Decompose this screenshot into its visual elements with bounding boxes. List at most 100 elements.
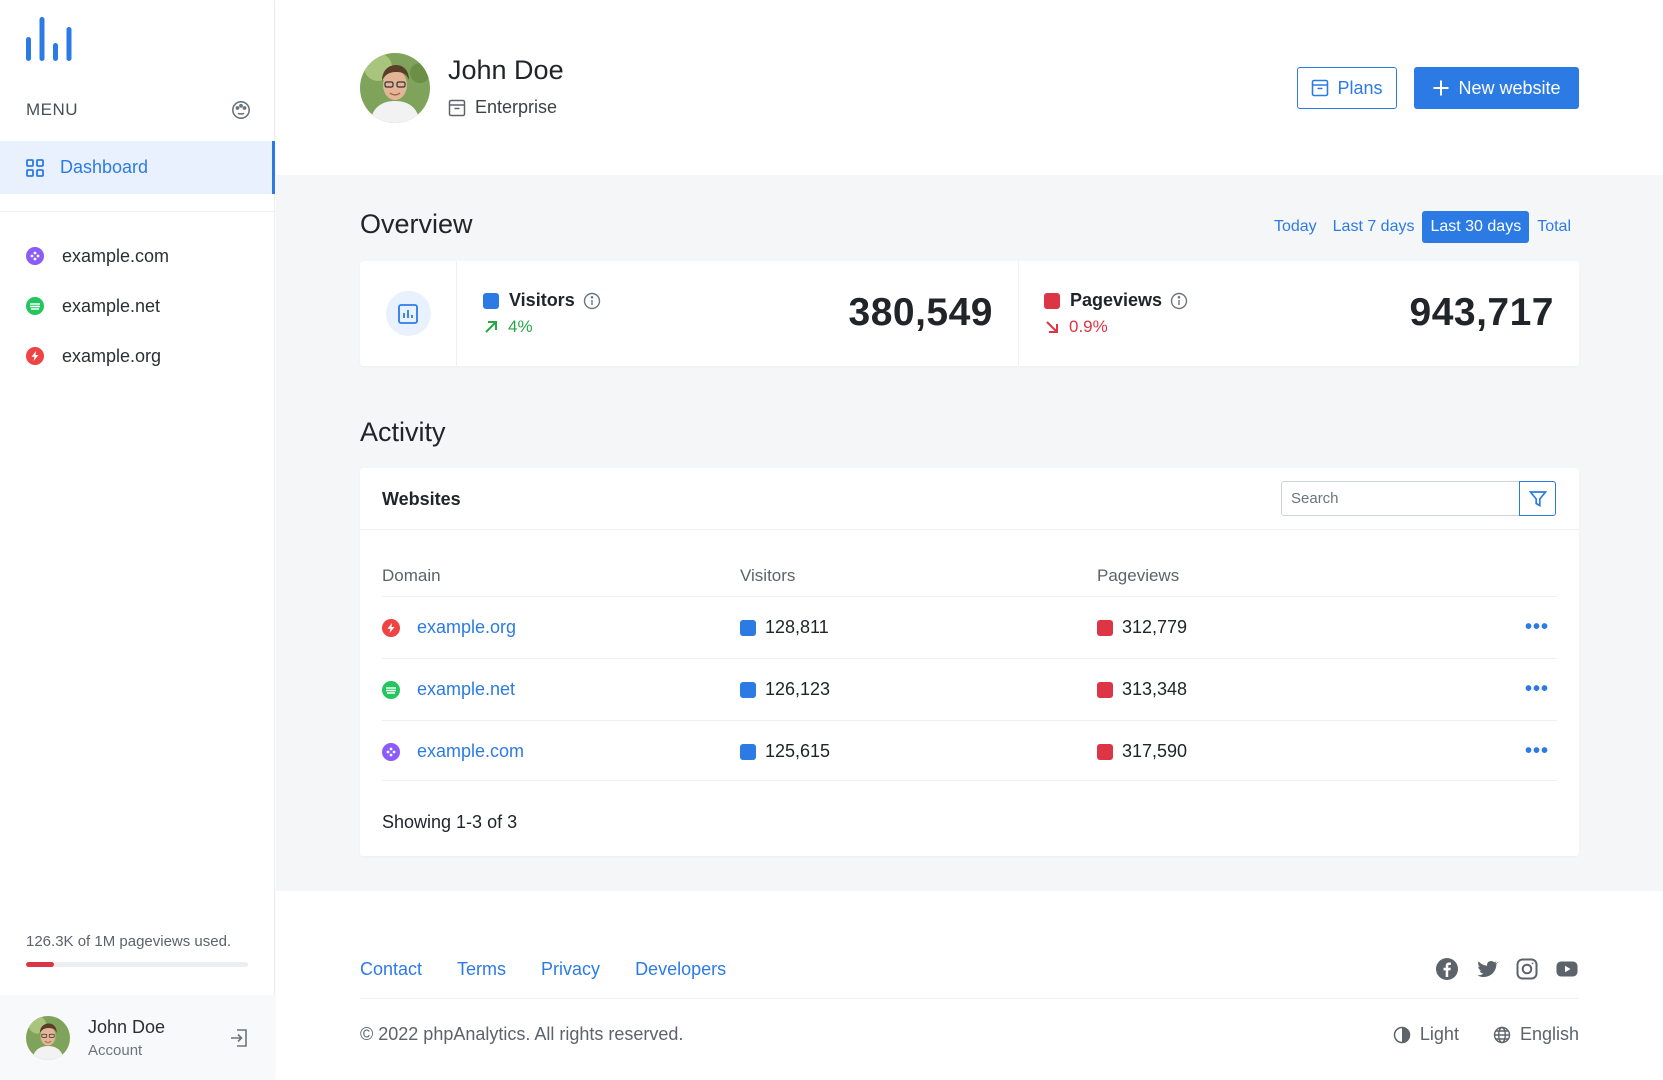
domain-link[interactable]: example.com [417, 741, 524, 762]
sidebar-item-label: Dashboard [60, 157, 149, 177]
footer-links: Contact Terms Privacy Developers [360, 959, 761, 980]
sidebar-item-example-net[interactable]: example.net [26, 291, 256, 321]
arrow-down-right-icon [1046, 321, 1058, 333]
site-favicon-icon [382, 680, 400, 699]
account-name: John Doe [88, 1016, 166, 1037]
plan-row: Enterprise [448, 97, 557, 118]
facebook-icon[interactable] [1435, 957, 1459, 981]
site-favicon-icon [382, 618, 400, 637]
range-selector: Today Last 7 days Last 30 days Total [1266, 211, 1579, 243]
column-header-domain[interactable]: Domain [382, 566, 441, 586]
contrast-icon [1393, 1026, 1411, 1043]
pageviews-change: 0.9% [1044, 317, 1108, 337]
visitors-metric: Visitors 4% 380,549 [483, 261, 993, 366]
activity-title: Activity [360, 417, 446, 447]
sidebar-item-example-com[interactable]: example.com [26, 241, 256, 271]
more-options-icon[interactable]: ••• [1525, 721, 1549, 782]
youtube-icon[interactable] [1555, 957, 1579, 981]
sidebar-item-label: example.com [62, 245, 170, 266]
dashboard-icon [26, 158, 44, 177]
bar-chart-icon [398, 303, 418, 324]
info-icon[interactable] [1170, 292, 1188, 310]
metric-head: Visitors [483, 290, 601, 311]
divider [360, 998, 1579, 999]
footer-link-contact[interactable]: Contact [360, 959, 422, 980]
account-subtitle: Account [88, 1041, 143, 1059]
footer-link-developers[interactable]: Developers [635, 959, 726, 980]
theme-toggle[interactable]: Light [1393, 1024, 1459, 1045]
footer-link-privacy[interactable]: Privacy [541, 959, 600, 980]
sidebar-item-label: example.org [62, 345, 162, 366]
site-favicon-icon [26, 247, 44, 265]
page-title: John Doe [448, 55, 564, 85]
range-last-30-days[interactable]: Last 30 days [1422, 211, 1530, 243]
sidebar-item-label: example.net [62, 295, 161, 316]
visitors-legend-swatch [483, 292, 499, 309]
app-logo[interactable] [26, 17, 72, 61]
new-website-button[interactable]: New website [1414, 67, 1579, 109]
filter-button[interactable] [1519, 481, 1556, 516]
pageviews-legend-swatch [1044, 292, 1060, 309]
page-header: John Doe Enterprise Plans New website [276, 0, 1663, 175]
plan-label: Enterprise [475, 97, 558, 117]
sidebar-item-example-org[interactable]: example.org [26, 341, 256, 371]
instagram-icon[interactable] [1515, 957, 1539, 981]
plans-button[interactable]: Plans [1297, 67, 1397, 109]
filter-icon [1528, 490, 1547, 507]
site-favicon-icon [26, 347, 44, 365]
range-last-7-days[interactable]: Last 7 days [1325, 211, 1423, 243]
domain-cell: example.net [382, 659, 515, 720]
footer-settings: Light English [1359, 1024, 1579, 1045]
pageviews-value: 943,717 [1409, 291, 1554, 334]
pagination-info: Showing 1-3 of 3 [382, 812, 518, 832]
pageviews-legend-swatch [1097, 619, 1113, 636]
pageviews-value: 313,348 [1122, 679, 1188, 699]
search-input[interactable] [1282, 482, 1519, 515]
logout-icon[interactable] [229, 1028, 249, 1048]
column-header-pageviews[interactable]: Pageviews [1097, 566, 1179, 586]
divider [0, 211, 275, 212]
avatar[interactable] [26, 1015, 70, 1060]
metric-head: Pageviews [1044, 290, 1188, 311]
language-label: English [1519, 1024, 1579, 1044]
divider [382, 780, 1557, 781]
overview-card: Visitors 4% 380,549 Pageviews 0.9% 943,7… [360, 261, 1579, 366]
visitors-value: 125,615 [765, 741, 831, 761]
visitors-cell: 128,811 [740, 597, 829, 658]
sidebar: MENU Dashboard example.com example.net e… [0, 0, 275, 1080]
column-header-visitors[interactable]: Visitors [740, 566, 795, 586]
activity-card-header: Websites [360, 468, 1579, 530]
domain-link[interactable]: example.org [417, 617, 516, 638]
pageviews-value: 317,590 [1122, 741, 1188, 761]
range-today[interactable]: Today [1266, 211, 1325, 243]
visitors-value: 128,811 [765, 617, 829, 637]
more-options-icon[interactable]: ••• [1525, 659, 1549, 720]
site-favicon-icon [26, 297, 44, 315]
site-favicon-icon [382, 742, 400, 761]
search-box [1281, 481, 1556, 516]
pageviews-legend-swatch [1097, 743, 1113, 760]
twitter-icon[interactable] [1475, 957, 1499, 981]
more-options-icon[interactable]: ••• [1525, 597, 1549, 658]
sidebar-item-dashboard[interactable]: Dashboard [0, 141, 275, 194]
domain-link[interactable]: example.net [417, 679, 515, 700]
arrow-up-right-icon [485, 321, 497, 333]
pageviews-cell: 312,779 [1097, 597, 1187, 658]
pageviews-cell: 313,348 [1097, 659, 1187, 720]
info-icon[interactable] [583, 292, 601, 310]
table-row: example.com 125,615 317,590 ••• [382, 720, 1557, 782]
main-content: John Doe Enterprise Plans New website Ov… [276, 0, 1663, 1080]
account-box[interactable]: John Doe Account [0, 995, 275, 1080]
usage-progress-fill [26, 962, 54, 967]
pageviews-cell: 317,590 [1097, 721, 1187, 782]
visitors-legend-swatch [740, 681, 756, 698]
range-total[interactable]: Total [1529, 211, 1579, 243]
visitors-value: 126,123 [765, 679, 831, 699]
language-selector[interactable]: English [1493, 1024, 1579, 1045]
globe-icon [1493, 1026, 1511, 1043]
palette-icon[interactable] [231, 100, 251, 120]
package-icon [448, 99, 466, 116]
domain-cell: example.com [382, 721, 524, 782]
footer-link-terms[interactable]: Terms [457, 959, 506, 980]
domain-cell: example.org [382, 597, 516, 658]
